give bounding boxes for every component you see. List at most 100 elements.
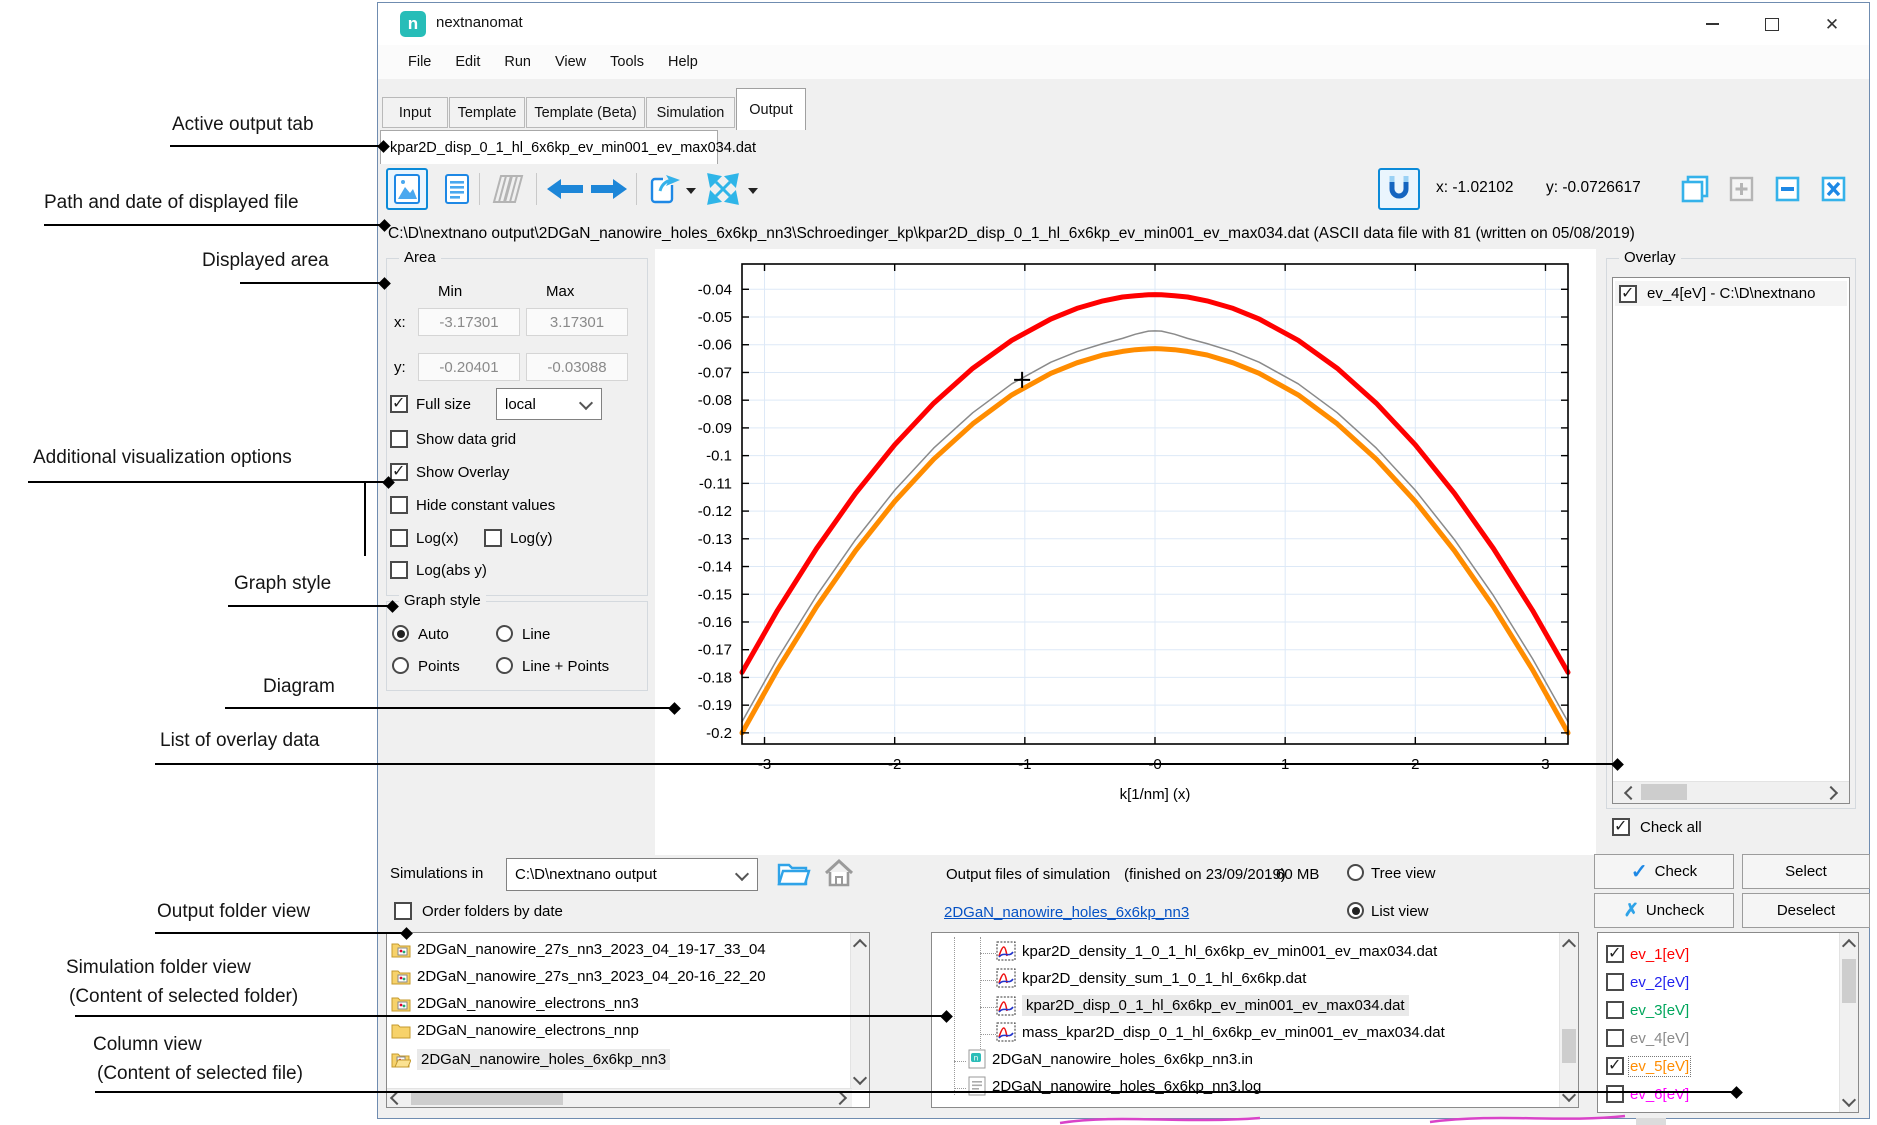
export-dropdown-caret[interactable]: [686, 188, 696, 194]
file-row[interactable]: mass_kpar2D_disp_0_1_hl_6x6kp_ev_min001_…: [996, 1022, 1445, 1042]
full-size-checkbox[interactable]: [390, 395, 408, 413]
check-button[interactable]: ✓ Check: [1594, 854, 1734, 889]
remove-window-button[interactable]: [1766, 168, 1808, 210]
export-button[interactable]: [644, 168, 686, 210]
y-min-field[interactable]: -0.20401: [418, 353, 520, 381]
style-points-radio[interactable]: [392, 657, 409, 674]
folder-row[interactable]: 2DGaN_nanowire_electrons_nn3: [391, 995, 639, 1012]
ev-row[interactable]: ev_4[eV]: [1606, 1029, 1689, 1047]
tab-simulation[interactable]: Simulation: [646, 97, 735, 128]
tab-template[interactable]: Template: [449, 97, 525, 128]
new-window-button[interactable]: [1674, 168, 1716, 210]
x-max-field[interactable]: 3.17301: [526, 308, 628, 336]
tree-view-radio[interactable]: [1347, 864, 1364, 881]
folder-list-vscrollbar[interactable]: [850, 933, 869, 1090]
scroll-left-icon[interactable]: [1621, 784, 1638, 801]
title-bar[interactable]: n nextnanomat ✕: [378, 3, 1869, 45]
folder-row-selected[interactable]: 2DGaN_nanowire_holes_6x6kp_nn3: [391, 1049, 670, 1070]
ev-row[interactable]: ev_3[eV]: [1606, 1001, 1689, 1019]
scroll-down-icon[interactable]: [1840, 1093, 1857, 1110]
simulation-folder-link[interactable]: 2DGaN_nanowire_holes_6x6kp_nn3: [944, 904, 1189, 921]
list-view-radio[interactable]: [1347, 902, 1364, 919]
file-row-selected[interactable]: kpar2D_disp_0_1_hl_6x6kp_ev_min001_ev_ma…: [996, 995, 1409, 1016]
ev-row[interactable]: ev_5[eV]: [1606, 1057, 1689, 1075]
show-text-button[interactable]: [436, 168, 478, 210]
folder-row[interactable]: 2DGaN_nanowire_27s_nn3_2023_04_19-17_33_…: [391, 941, 766, 958]
y-max-field[interactable]: -0.03088: [526, 353, 628, 381]
tab-template-beta[interactable]: Template (Beta): [526, 97, 645, 128]
maximize-button[interactable]: [1744, 7, 1800, 41]
close-button[interactable]: ✕: [1804, 7, 1860, 41]
menu-help[interactable]: Help: [656, 48, 710, 76]
select-button[interactable]: Select: [1742, 854, 1870, 889]
ev-row[interactable]: ev_2[eV]: [1606, 973, 1689, 991]
ev-list-vscrollbar[interactable]: [1839, 933, 1858, 1112]
menu-tools[interactable]: Tools: [598, 48, 656, 76]
forward-button[interactable]: [588, 168, 630, 210]
show-data-grid-checkbox[interactable]: [390, 430, 408, 448]
fit-dropdown-caret[interactable]: [748, 188, 758, 194]
check-all-checkbox[interactable]: [1612, 818, 1630, 836]
ev-row[interactable]: ev_1[eV]: [1606, 945, 1689, 963]
minimize-button[interactable]: [1684, 7, 1740, 41]
ev-checkbox[interactable]: [1606, 973, 1624, 991]
scroll-right-icon[interactable]: [1824, 784, 1841, 801]
order-folders-checkbox[interactable]: [394, 902, 412, 920]
ev-checkbox[interactable]: [1606, 1001, 1624, 1019]
vscroll-thumb[interactable]: [1842, 959, 1856, 1003]
file-row[interactable]: kpar2D_density_sum_1_0_1_hl_6x6kp.dat: [996, 968, 1306, 988]
add-window-button[interactable]: [1720, 168, 1762, 210]
simulation-path-select[interactable]: C:\D\nextnano output: [506, 858, 758, 891]
file-row[interactable]: 2DGaN_nanowire_holes_6x6kp_nn3.log: [968, 1076, 1261, 1096]
file-row[interactable]: kpar2D_density_1_0_1_hl_6x6kp_ev_min001_…: [996, 941, 1437, 961]
output-document-tab[interactable]: kpar2D_disp_0_1_hl_6x6kp_ev_min001_ev_ma…: [380, 130, 718, 164]
overlay-hscroll-thumb[interactable]: [1641, 784, 1687, 800]
log-y-checkbox[interactable]: [484, 529, 502, 547]
style-line-points-radio[interactable]: [496, 657, 513, 674]
overlay-list[interactable]: ev_4[eV] - C:\D\nextnano: [1612, 277, 1850, 804]
folder-row[interactable]: 2DGaN_nanowire_electrons_nnp: [391, 1022, 639, 1039]
back-button[interactable]: [544, 168, 586, 210]
simulation-file-list[interactable]: kpar2D_density_1_0_1_hl_6x6kp_ev_min001_…: [931, 932, 1579, 1108]
ev-checkbox[interactable]: [1606, 1057, 1624, 1075]
file-list-vscrollbar[interactable]: [1559, 933, 1578, 1107]
hide-constant-checkbox[interactable]: [390, 496, 408, 514]
tab-output[interactable]: Output: [736, 88, 806, 130]
ev-checkbox[interactable]: [1606, 1029, 1624, 1047]
scroll-up-icon[interactable]: [1840, 935, 1857, 952]
scroll-up-icon[interactable]: [1560, 935, 1577, 952]
file-row[interactable]: n 2DGaN_nanowire_holes_6x6kp_nn3.in: [968, 1049, 1253, 1069]
vscroll-thumb[interactable]: [1562, 1029, 1576, 1063]
overlay-hscrollbar[interactable]: [1613, 781, 1849, 803]
show-overlay-checkbox[interactable]: [390, 463, 408, 481]
ev-checkbox[interactable]: [1606, 1085, 1624, 1103]
menu-view[interactable]: View: [543, 48, 598, 76]
overlay-list-item[interactable]: ev_4[eV] - C:\D\nextnano: [1615, 281, 1847, 306]
ev-checkbox[interactable]: [1606, 945, 1624, 963]
ev-row[interactable]: ev_6[eV]: [1606, 1085, 1689, 1103]
x-min-field[interactable]: -3.17301: [418, 308, 520, 336]
snap-cursor-button[interactable]: [1378, 168, 1420, 210]
overlay-item-checkbox[interactable]: [1619, 285, 1637, 303]
scroll-down-icon[interactable]: [851, 1071, 868, 1088]
fit-view-button[interactable]: [702, 168, 744, 210]
close-window-button[interactable]: [1812, 168, 1854, 210]
hscroll-thumb[interactable]: [411, 1091, 563, 1105]
folder-row[interactable]: 2DGaN_nanowire_27s_nn3_2023_04_20-16_22_…: [391, 968, 766, 985]
tab-input[interactable]: Input: [382, 97, 448, 128]
deselect-button[interactable]: Deselect: [1742, 893, 1870, 928]
home-folder-button[interactable]: [822, 857, 856, 894]
menu-edit[interactable]: Edit: [443, 48, 492, 76]
log-x-checkbox[interactable]: [390, 529, 408, 547]
uncheck-button[interactable]: ✗ Uncheck: [1594, 893, 1734, 928]
style-line-radio[interactable]: [496, 625, 513, 642]
menu-file[interactable]: File: [396, 48, 443, 76]
scroll-up-icon[interactable]: [851, 935, 868, 952]
layers-button[interactable]: [486, 168, 528, 210]
style-auto-radio[interactable]: [392, 625, 409, 642]
log-abs-checkbox[interactable]: [390, 561, 408, 579]
show-graph-button[interactable]: [386, 168, 428, 210]
output-folder-list[interactable]: 2DGaN_nanowire_27s_nn3_2023_04_19-17_33_…: [386, 932, 870, 1108]
browse-folder-button[interactable]: [776, 858, 812, 893]
scope-select[interactable]: local: [496, 388, 602, 420]
